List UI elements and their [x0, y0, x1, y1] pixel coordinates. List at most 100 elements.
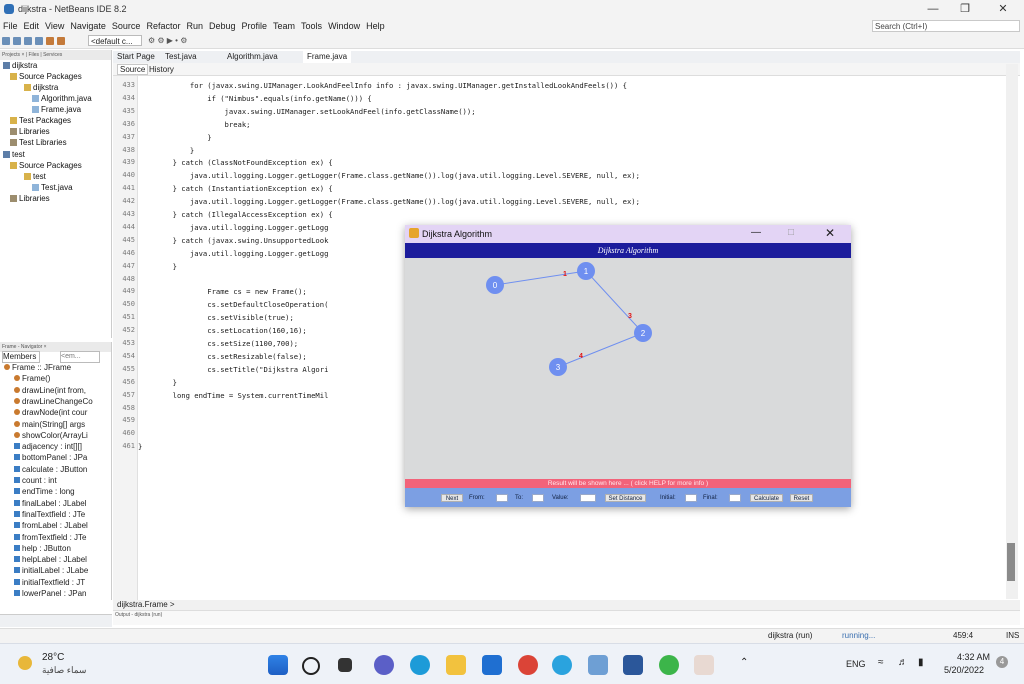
navigator-member[interactable]: count : int	[14, 475, 57, 486]
tab-test-java[interactable]: Test.java	[165, 51, 197, 63]
clock-date[interactable]: 5/20/2022	[944, 665, 984, 675]
navigator-member[interactable]: endTime : long	[14, 486, 75, 497]
tree-libraries[interactable]: Libraries	[10, 126, 50, 137]
menu-profile[interactable]: Profile	[239, 19, 271, 34]
reset-button[interactable]: Reset	[790, 494, 813, 502]
tree-source-packages[interactable]: Source Packages	[10, 71, 82, 82]
tree-test-source-packages[interactable]: Source Packages	[10, 160, 82, 171]
menu-tools[interactable]: Tools	[298, 19, 325, 34]
menu-file[interactable]: File	[0, 19, 21, 34]
output-tab[interactable]: Output - dijkstra (run)	[115, 612, 162, 618]
navigator-member[interactable]: calculate : JButton	[14, 464, 87, 475]
calculate-button[interactable]: Calculate	[750, 494, 783, 502]
menu-window[interactable]: Window	[325, 19, 363, 34]
clock-time[interactable]: 4:32 AM	[957, 652, 990, 662]
navigator-member[interactable]: main(String[] args	[14, 419, 85, 430]
volume-icon[interactable]: ♬	[898, 657, 908, 668]
initial-field[interactable]	[685, 494, 697, 502]
navigator-member[interactable]: Frame()	[14, 373, 50, 384]
navigator-member[interactable]: fromLabel : JLabel	[14, 520, 88, 531]
tree-file-frame[interactable]: Frame.java	[32, 104, 81, 115]
menu-help[interactable]: Help	[363, 19, 388, 34]
dialog-close-icon[interactable]: ✕	[825, 226, 835, 240]
editor-breadcrumb[interactable]: dijkstra.Frame >	[113, 600, 1020, 610]
menu-team[interactable]: Team	[270, 19, 298, 34]
menu-edit[interactable]: Edit	[21, 19, 43, 34]
menu-view[interactable]: View	[42, 19, 67, 34]
search-icon[interactable]	[302, 657, 320, 675]
tree-file-algorithm[interactable]: Algorithm.java	[32, 93, 92, 104]
tab-start-page[interactable]: Start Page	[117, 51, 155, 63]
menu-navigate[interactable]: Navigate	[67, 19, 109, 34]
build-run-icons[interactable]: ⚙ ⚙ ▶ • ⚙	[148, 36, 187, 45]
search-input[interactable]: Search (Ctrl+I)	[872, 20, 1020, 32]
new-file-icon[interactable]	[13, 37, 21, 45]
menu-debug[interactable]: Debug	[206, 19, 239, 34]
navigator-member[interactable]: showColor(ArrayLi	[14, 430, 88, 441]
notification-badge[interactable]: 4	[996, 656, 1008, 668]
menu-run[interactable]: Run	[183, 19, 206, 34]
file-explorer-icon[interactable]	[446, 655, 466, 675]
java-taskbar-icon[interactable]	[694, 655, 714, 675]
navigator-member[interactable]: bottomPanel : JPa	[14, 452, 87, 463]
navigator-member[interactable]: help : JButton	[14, 543, 71, 554]
navigator-member[interactable]: initialLabel : JLabe	[14, 565, 88, 576]
tree-project-dijkstra[interactable]: dijkstra	[3, 60, 37, 71]
tab-history[interactable]: History	[149, 65, 174, 74]
dialog-title-bar[interactable]: Dijkstra Algorithm — □ ✕	[405, 225, 851, 243]
minimize-icon[interactable]: —	[918, 2, 948, 17]
open-project-icon[interactable]	[24, 37, 32, 45]
chrome-icon[interactable]	[518, 655, 538, 675]
configuration-select[interactable]: <default c...	[88, 35, 142, 46]
weather-moon-icon[interactable]	[18, 656, 32, 670]
green-app-icon[interactable]	[659, 655, 679, 675]
close-icon[interactable]: ✕	[988, 2, 1018, 17]
weather-description[interactable]: سماء صافية	[42, 665, 86, 676]
editor-scroll-thumb[interactable]	[1007, 543, 1015, 581]
tree-test-project-libraries[interactable]: Libraries	[10, 193, 50, 204]
teams-chat-icon[interactable]	[374, 655, 394, 675]
tree-test-packages[interactable]: Test Packages	[10, 115, 71, 126]
graph-canvas[interactable]: 1 3 4 0 1 2 3	[405, 258, 851, 479]
graph-node-1[interactable]: 1	[577, 262, 595, 280]
telegram-icon[interactable]	[552, 655, 572, 675]
restore-icon[interactable]: ❐	[950, 2, 980, 17]
from-field[interactable]	[496, 494, 508, 502]
navigator-member[interactable]: drawLine(int from,	[14, 385, 86, 396]
mail-icon[interactable]	[482, 655, 502, 675]
dialog-minimize-icon[interactable]: —	[751, 227, 761, 238]
battery-icon[interactable]: ▮	[918, 657, 924, 668]
navigator-member[interactable]: drawLineChangeCo	[14, 396, 93, 407]
graph-node-3[interactable]: 3	[549, 358, 567, 376]
final-field[interactable]	[729, 494, 741, 502]
tree-package-test[interactable]: test	[24, 171, 46, 182]
redo-icon[interactable]	[57, 37, 65, 45]
start-icon[interactable]	[268, 655, 288, 675]
netbeans-taskbar-icon[interactable]	[588, 655, 608, 675]
wifi-icon[interactable]: ≈	[878, 657, 884, 668]
navigator-member[interactable]: finalTextfield : JTe	[14, 509, 85, 520]
navigator-member[interactable]: finalLabel : JLabel	[14, 498, 87, 509]
tree-file-test[interactable]: Test.java	[32, 182, 73, 193]
navigator-member[interactable]: lowerPanel : JPan	[14, 588, 86, 599]
editor-scrollbar[interactable]	[1006, 64, 1018, 599]
task-view-icon[interactable]	[338, 658, 352, 672]
navigator-member[interactable]: helpLabel : JLabel	[14, 554, 87, 565]
navigator-member[interactable]: initialTextfield : JT	[14, 577, 85, 588]
tab-frame-java[interactable]: Frame.java	[303, 51, 352, 63]
undo-icon[interactable]	[46, 37, 54, 45]
graph-node-2[interactable]: 2	[634, 324, 652, 342]
menu-source[interactable]: Source	[109, 19, 144, 34]
value-field[interactable]	[580, 494, 596, 502]
next-button[interactable]: Next	[441, 494, 463, 502]
tree-test-libraries[interactable]: Test Libraries	[10, 137, 67, 148]
save-all-icon[interactable]	[35, 37, 43, 45]
navigator-member[interactable]: adjacency : int[][]	[14, 441, 82, 452]
word-icon[interactable]	[623, 655, 643, 675]
input-language[interactable]: ENG	[846, 659, 866, 669]
tree-package-dijkstra[interactable]: dijkstra	[24, 82, 58, 93]
weather-temperature[interactable]: 28°C	[42, 652, 64, 663]
graph-node-0[interactable]: 0	[486, 276, 504, 294]
navigator-member[interactable]: fromTextfield : JTe	[14, 532, 86, 543]
menu-refactor[interactable]: Refactor	[143, 19, 183, 34]
